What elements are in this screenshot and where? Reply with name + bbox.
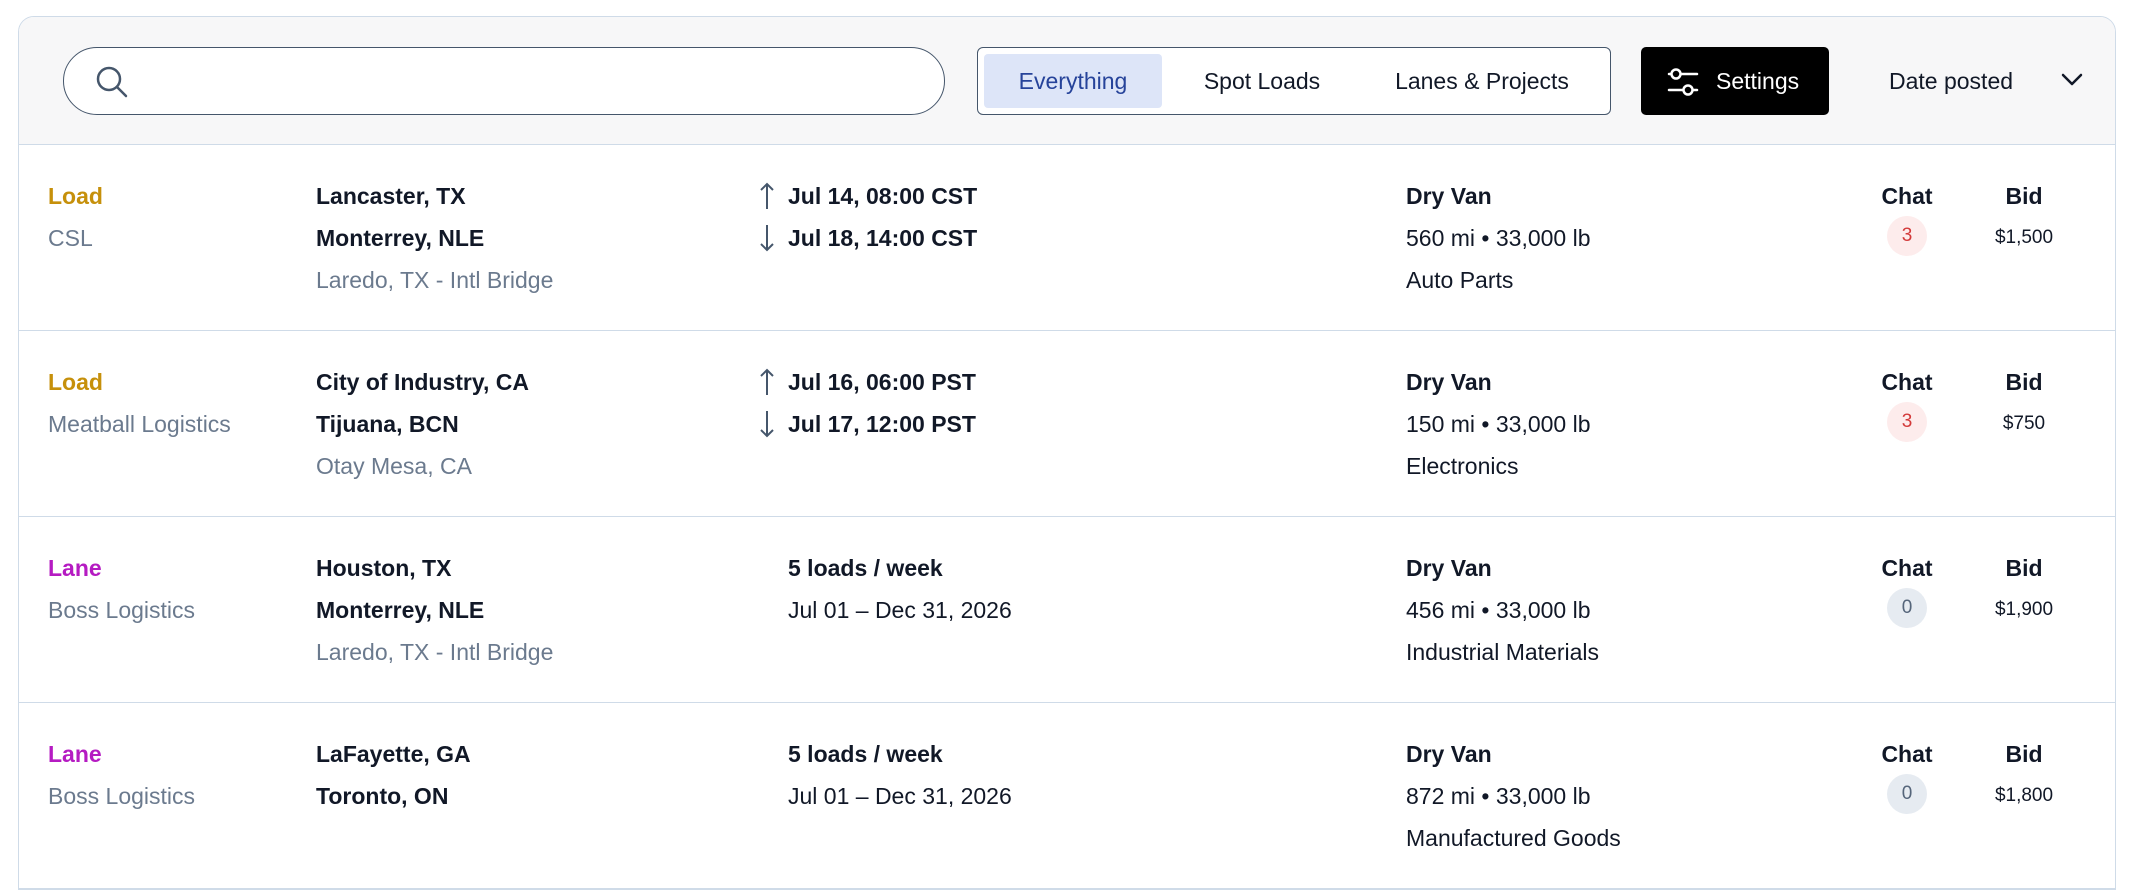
row-date-range: Jul 01 – Dec 31, 2026	[788, 597, 1012, 623]
chat-count-badge[interactable]: 0	[1887, 588, 1927, 628]
row-commodity: Electronics	[1406, 453, 1519, 479]
search-input[interactable]	[144, 58, 924, 104]
row-origin: LaFayette, GA	[316, 741, 471, 767]
row-pickup: Jul 16, 06:00 PST	[788, 369, 976, 395]
row-commodity: Industrial Materials	[1406, 639, 1600, 665]
sort-dropdown[interactable]: Date posted	[1889, 47, 2089, 115]
chat-header: Chat	[1881, 369, 1933, 395]
table-row[interactable]: Load CSL Lancaster, TX Monterrey, NLE La…	[19, 145, 2115, 331]
row-equipment: Dry Van	[1406, 741, 1492, 767]
row-type: Load	[48, 369, 103, 395]
arrow-up-icon	[760, 368, 774, 395]
search-box[interactable]	[63, 47, 945, 115]
tab-lanes-projects[interactable]: Lanes & Projects	[1362, 54, 1602, 108]
row-type: Load	[48, 183, 103, 209]
arrow-down-icon	[760, 225, 774, 252]
bid-header: Bid	[2005, 741, 2043, 767]
chat-count-badge[interactable]: 3	[1887, 216, 1927, 256]
row-type: Lane	[48, 741, 102, 767]
row-delivery: Jul 17, 12:00 PST	[788, 411, 976, 437]
row-origin: Houston, TX	[316, 555, 452, 581]
row-equipment: Dry Van	[1406, 369, 1492, 395]
row-bid: $750	[2002, 413, 2046, 434]
arrow-up-icon	[760, 182, 774, 209]
row-delivery: Jul 18, 14:00 CST	[788, 225, 978, 251]
row-origin: Lancaster, TX	[316, 183, 466, 209]
table-row[interactable]: Lane Boss Logistics Houston, TX Monterre…	[19, 517, 2115, 703]
settings-button[interactable]: Settings	[1641, 47, 1829, 115]
row-stats: 150 mi • 33,000 lb	[1406, 411, 1591, 437]
sort-label: Date posted	[1889, 68, 2014, 94]
row-commodity: Auto Parts	[1406, 267, 1514, 293]
bid-header: Bid	[2005, 183, 2043, 209]
bid-header: Bid	[2005, 555, 2043, 581]
row-company: CSL	[48, 225, 93, 251]
chat-count-badge[interactable]: 0	[1887, 774, 1927, 814]
row-via: Otay Mesa, CA	[316, 453, 472, 479]
chat-count-badge[interactable]: 3	[1887, 402, 1927, 442]
tab-spot-loads[interactable]: Spot Loads	[1168, 54, 1356, 108]
row-frequency: 5 loads / week	[788, 555, 943, 581]
row-stats: 456 mi • 33,000 lb	[1406, 597, 1591, 623]
row-pickup: Jul 14, 08:00 CST	[788, 183, 978, 209]
row-commodity: Manufactured Goods	[1406, 825, 1621, 851]
row-stats: 872 mi • 33,000 lb	[1406, 783, 1591, 809]
row-bid: $1,900	[1994, 599, 2054, 620]
row-stats: 560 mi • 33,000 lb	[1406, 225, 1591, 251]
row-destination: Toronto, ON	[316, 783, 449, 809]
toolbar: Everything Spot Loads Lanes & Projects S…	[19, 17, 2115, 145]
row-date-range: Jul 01 – Dec 31, 2026	[788, 783, 1012, 809]
chat-header: Chat	[1881, 555, 1933, 581]
row-destination: Monterrey, NLE	[316, 225, 485, 251]
arrow-down-icon	[760, 411, 774, 438]
sliders-icon	[1667, 68, 1699, 96]
bid-header: Bid	[2005, 369, 2043, 395]
filter-tabs: Everything Spot Loads Lanes & Projects	[977, 47, 1611, 115]
chat-header: Chat	[1881, 183, 1933, 209]
row-equipment: Dry Van	[1406, 555, 1492, 581]
row-destination: Monterrey, NLE	[316, 597, 485, 623]
row-frequency: 5 loads / week	[788, 741, 943, 767]
tab-everything[interactable]: Everything	[984, 54, 1162, 108]
chat-header: Chat	[1881, 741, 1933, 767]
row-type: Lane	[48, 555, 102, 581]
row-destination: Tijuana, BCN	[316, 411, 459, 437]
row-company: Meatball Logistics	[48, 411, 231, 437]
chevron-down-icon	[2061, 73, 2083, 86]
row-bid: $1,800	[1994, 785, 2054, 806]
loads-board: Everything Spot Loads Lanes & Projects S…	[18, 16, 2116, 890]
table-row[interactable]: Load Meatball Logistics City of Industry…	[19, 331, 2115, 517]
row-via: Laredo, TX - Intl Bridge	[316, 267, 554, 293]
row-company: Boss Logistics	[48, 783, 196, 809]
settings-label: Settings	[1716, 68, 1800, 94]
row-company: Boss Logistics	[48, 597, 196, 623]
table-row[interactable]: Lane Boss Logistics LaFayette, GA Toront…	[19, 703, 2115, 889]
search-icon	[96, 66, 128, 98]
row-equipment: Dry Van	[1406, 183, 1492, 209]
row-bid: $1,500	[1994, 227, 2054, 248]
row-origin: City of Industry, CA	[316, 369, 529, 395]
row-via: Laredo, TX - Intl Bridge	[316, 639, 554, 665]
